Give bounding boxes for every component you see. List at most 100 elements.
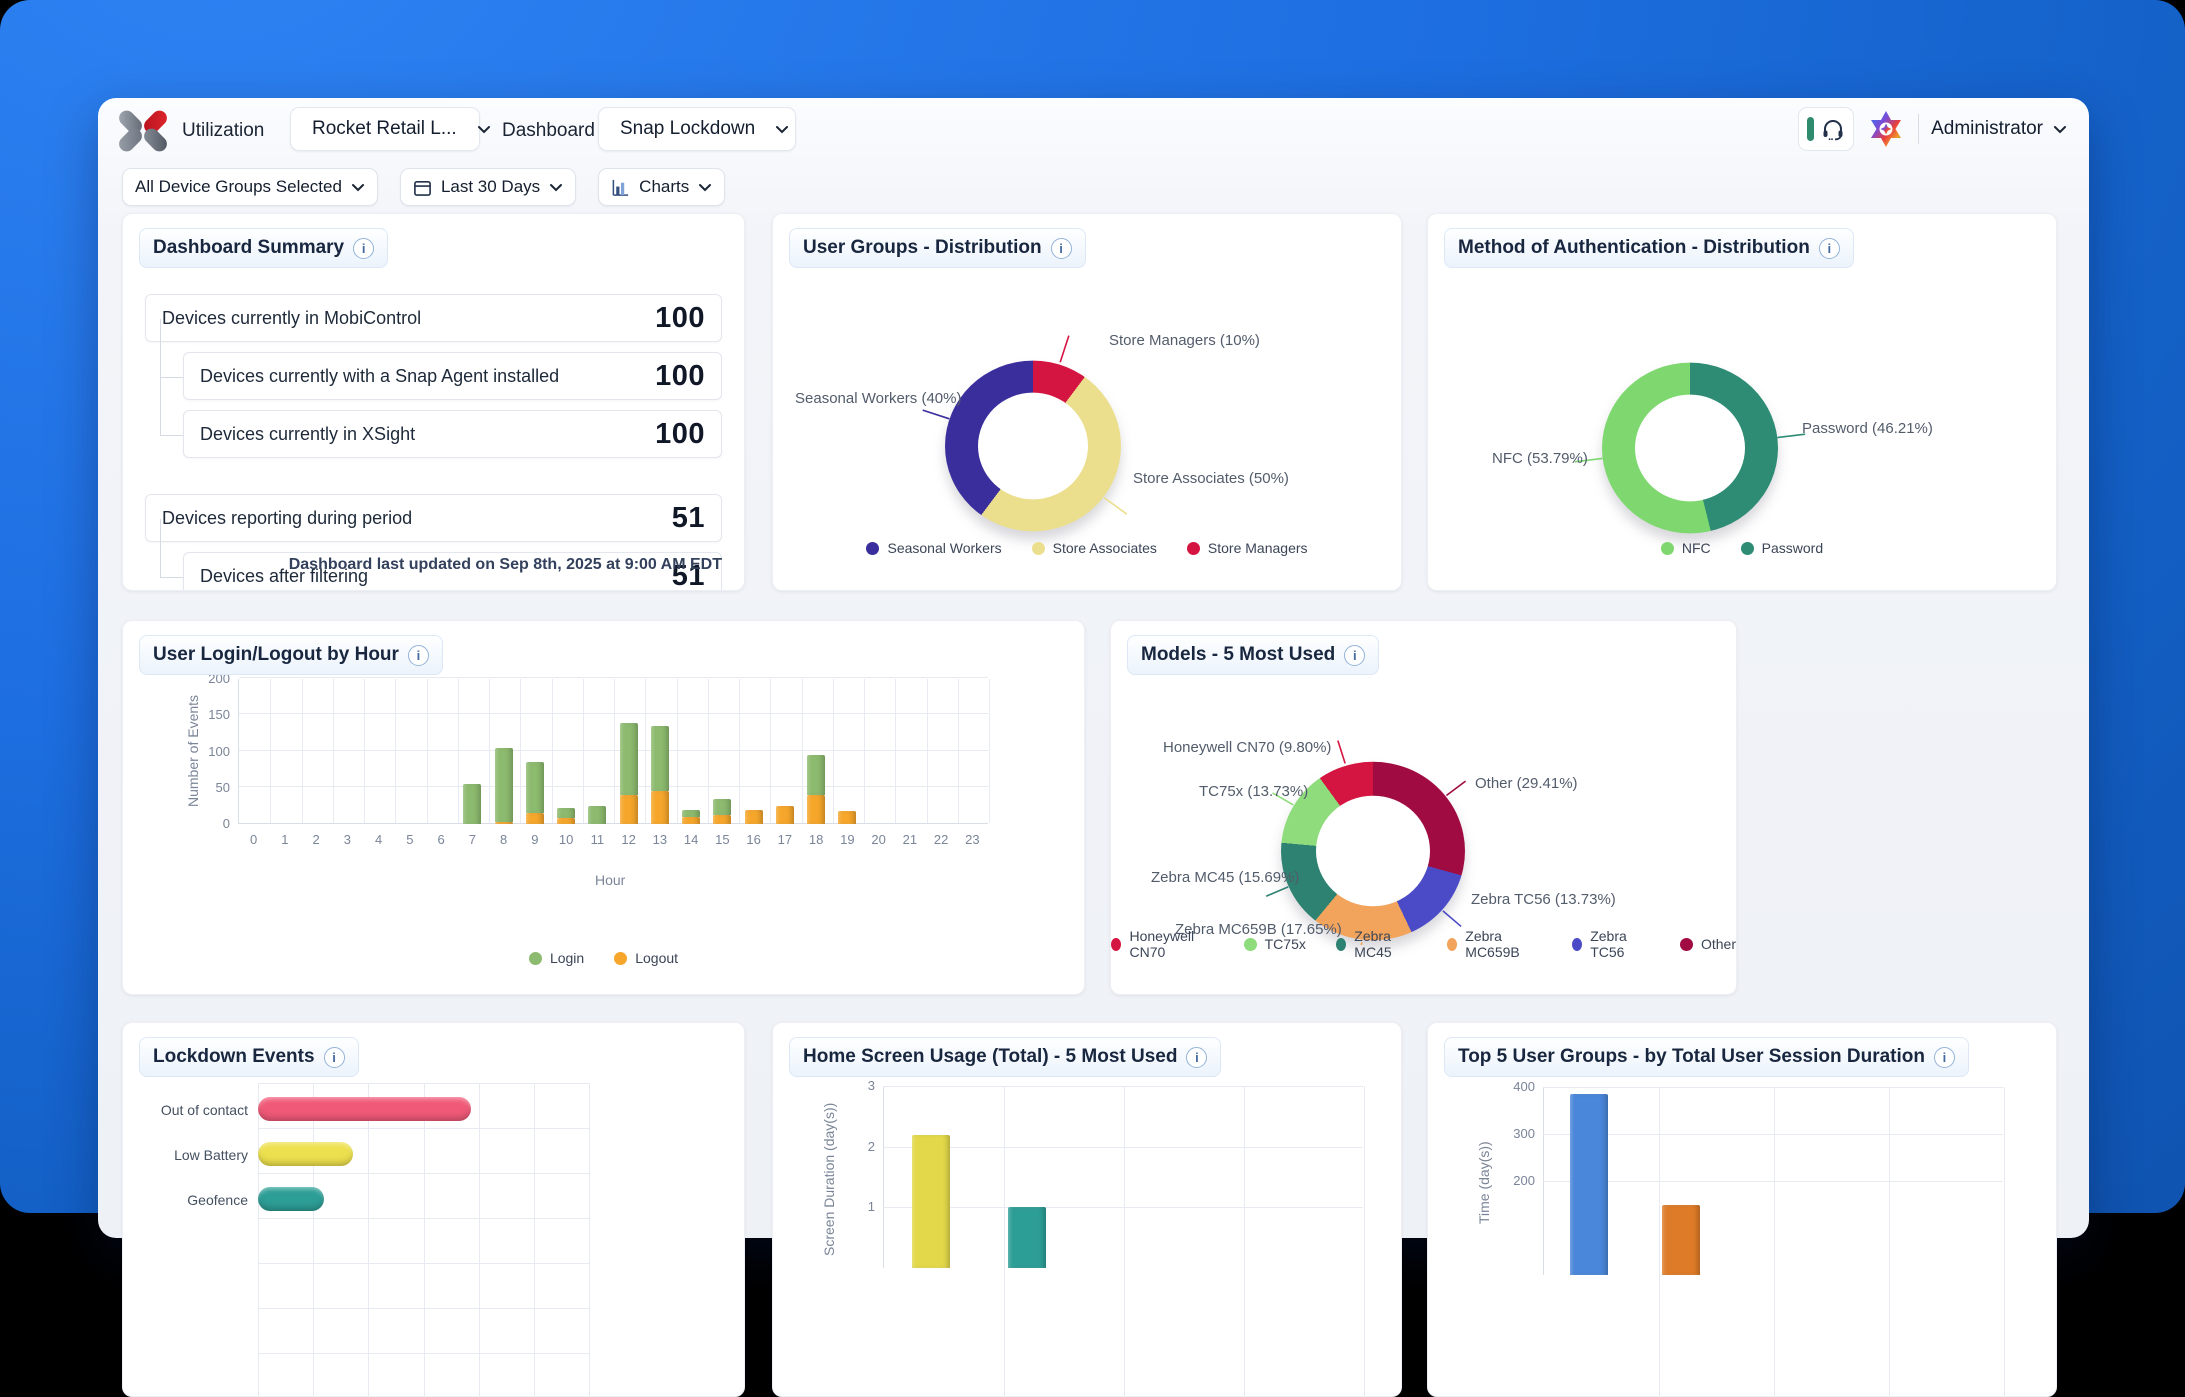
gridline: [520, 679, 521, 823]
summary-row-label: Devices currently with a Snap Agent inst…: [200, 366, 559, 387]
bar-login[interactable]: [651, 726, 669, 791]
bar-login[interactable]: [713, 799, 731, 815]
dashboard-dropdown[interactable]: Snap Lockdown: [598, 107, 796, 151]
bar-logout[interactable]: [776, 806, 794, 824]
gridline: [258, 1308, 589, 1309]
gridline: [614, 679, 615, 823]
legend-item[interactable]: Store Managers: [1187, 540, 1308, 556]
bar-login[interactable]: [557, 808, 575, 818]
user-menu[interactable]: Administrator: [1931, 118, 2067, 140]
gridline: [258, 1218, 589, 1219]
bar-logout[interactable]: [526, 813, 544, 824]
y-axis-tick: 1: [833, 1199, 875, 1214]
donut[interactable]: [945, 361, 1121, 532]
bar-logout[interactable]: [651, 791, 669, 824]
bar-value[interactable]: [1008, 1207, 1046, 1268]
divider: [1918, 114, 1919, 144]
bar-login[interactable]: [682, 810, 700, 817]
legend-item[interactable]: Password: [1741, 540, 1823, 556]
x-axis-tick: 11: [585, 832, 609, 847]
legend-item[interactable]: Other: [1680, 928, 1736, 960]
bar-low-battery[interactable]: [258, 1142, 353, 1166]
bar-value[interactable]: [1570, 1094, 1608, 1275]
y-axis-tick: 400: [1493, 1079, 1535, 1094]
bar-logout[interactable]: [620, 795, 638, 824]
info-icon[interactable]: [1819, 238, 1840, 259]
info-icon[interactable]: [353, 238, 374, 259]
bar-value[interactable]: [912, 1135, 950, 1268]
bar-value[interactable]: [1662, 1205, 1700, 1276]
device-group-dropdown[interactable]: Rocket Retail L...: [290, 107, 480, 151]
info-icon[interactable]: [408, 645, 429, 666]
info-icon[interactable]: [324, 1047, 345, 1068]
bar-login[interactable]: [526, 762, 544, 813]
support-button[interactable]: [1798, 107, 1854, 151]
legend-item[interactable]: Zebra MC45: [1336, 928, 1417, 960]
chevron-down-icon: [775, 125, 789, 134]
legend-item[interactable]: Honeywell CN70: [1111, 928, 1214, 960]
legend-label: Logout: [635, 950, 678, 966]
bar-logout[interactable]: [557, 818, 575, 824]
legend-item[interactable]: Login: [529, 950, 584, 966]
chevron-down-icon: [549, 183, 563, 192]
y-axis-title: Time (day(s)): [1476, 1141, 1492, 1224]
status-pill: [1807, 117, 1814, 141]
bar-geofence[interactable]: [258, 1187, 324, 1211]
card-login-logout-by-hour: User Login/Logout by Hour 05010015020001…: [122, 620, 1085, 995]
y-axis-title: Number of Events: [185, 694, 201, 806]
legend-item[interactable]: Zebra TC56: [1572, 928, 1650, 960]
x-axis-tick: 19: [835, 832, 859, 847]
bar-logout[interactable]: [495, 822, 513, 824]
legend-label: Zebra TC56: [1590, 928, 1650, 960]
dashboard-value: Snap Lockdown: [620, 118, 755, 140]
slice-label: Store Managers (10%): [1109, 332, 1260, 349]
bar-logout[interactable]: [713, 815, 731, 824]
ai-star-icon[interactable]: [1866, 109, 1906, 149]
gridline: [479, 1083, 480, 1397]
date-range-filter[interactable]: Last 30 Days: [400, 168, 576, 206]
bar-login[interactable]: [495, 748, 513, 822]
gridline: [258, 1128, 589, 1129]
summary-row-value: 100: [655, 360, 705, 393]
bar-login[interactable]: [588, 806, 606, 824]
device-groups-filter[interactable]: All Device Groups Selected: [122, 168, 378, 206]
donut[interactable]: [1602, 363, 1778, 534]
legend-item[interactable]: Zebra MC659B: [1447, 928, 1542, 960]
info-icon[interactable]: [1934, 1047, 1955, 1068]
gridline: [424, 1083, 425, 1397]
card-home-screen-usage: Home Screen Usage (Total) - 5 Most Used …: [772, 1022, 1402, 1397]
slice-label: Zebra TC56 (13.73%): [1471, 891, 1616, 908]
bar-logout[interactable]: [838, 811, 856, 824]
bar-out-of-contact[interactable]: [258, 1097, 471, 1121]
legend-dot: [1187, 542, 1200, 555]
info-icon[interactable]: [1186, 1047, 1207, 1068]
summary-row-label: Devices currently in MobiControl: [162, 308, 421, 329]
bar-logout[interactable]: [745, 810, 763, 825]
bar-login[interactable]: [620, 723, 638, 796]
bar-login[interactable]: [463, 784, 481, 824]
bar-logout[interactable]: [807, 795, 825, 824]
xsight-logo: [120, 108, 166, 154]
gridline: [1364, 1086, 1365, 1397]
legend-item[interactable]: Store Associates: [1032, 540, 1157, 556]
gridline: [883, 1147, 1363, 1148]
legend-item[interactable]: NFC: [1661, 540, 1711, 556]
legend-dot: [1336, 938, 1346, 951]
card-title-text: Models - 5 Most Used: [1141, 644, 1335, 666]
legend-item[interactable]: Seasonal Workers: [866, 540, 1001, 556]
legend-dot: [1244, 938, 1257, 951]
slice-label: Honeywell CN70 (9.80%): [1163, 739, 1331, 756]
gridline: [534, 1083, 535, 1397]
bar-chart-icon: [611, 178, 630, 197]
slice-label: Other (29.41%): [1475, 775, 1578, 792]
card-title-badge: Models - 5 Most Used: [1127, 635, 1379, 675]
info-icon[interactable]: [1051, 238, 1072, 259]
info-icon[interactable]: [1344, 645, 1365, 666]
bar-login[interactable]: [807, 755, 825, 795]
chart-mode-filter[interactable]: Charts: [598, 168, 725, 206]
legend-item[interactable]: TC75x: [1244, 928, 1306, 960]
donut-area: Other (29.41%)Zebra TC56 (13.73%)Zebra M…: [1111, 673, 1736, 945]
donut[interactable]: [1281, 762, 1465, 940]
bar-logout[interactable]: [682, 817, 700, 824]
legend-item[interactable]: Logout: [614, 950, 678, 966]
